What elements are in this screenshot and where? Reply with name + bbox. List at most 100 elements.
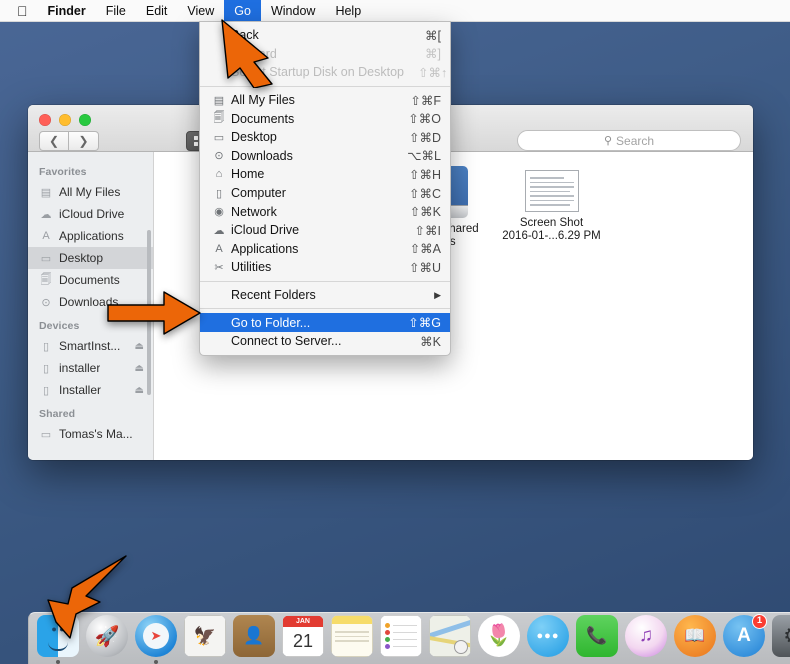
- menu-bar-items: Finder File Edit View Go Window Help: [38, 0, 372, 22]
- calendar-icon: JAN 21: [282, 615, 324, 657]
- submenu-arrow-icon: ▶: [434, 289, 441, 300]
- screenshot-file-icon: [524, 170, 579, 212]
- system-preferences-icon: ⚙: [772, 615, 790, 657]
- documents-icon: 🗐: [213, 112, 225, 125]
- applications-icon: A: [215, 242, 223, 255]
- close-button[interactable]: [39, 114, 51, 126]
- search-placeholder: Search: [616, 133, 655, 148]
- all-my-files-icon: ▤: [40, 186, 52, 199]
- contacts-icon: 👤: [233, 615, 275, 657]
- dock-item-system-preferences[interactable]: ⚙: [770, 615, 790, 661]
- go-menu-item-connect-to-server[interactable]: Connect to Server... ⌘K: [200, 332, 450, 351]
- go-menu-item-network[interactable]: ◉ Network ⇧⌘K: [200, 202, 450, 221]
- minimize-button[interactable]: [59, 114, 71, 126]
- sidebar-section-favorites: Favorites: [39, 166, 87, 178]
- dock-item-ibooks[interactable]: 📖: [672, 615, 718, 661]
- go-menu-item-label: Downloads: [231, 148, 293, 163]
- dock-item-maps[interactable]: [427, 615, 473, 661]
- go-menu-item-shortcut: ⌘]: [425, 47, 441, 62]
- sidebar-item-desktop[interactable]: ▭ Desktop: [28, 247, 153, 269]
- menu-file[interactable]: File: [96, 0, 136, 22]
- go-menu-item-shortcut: ⇧⌘A: [409, 242, 441, 257]
- shared-mac-icon: ▭: [40, 428, 52, 441]
- downloads-icon: ⊙: [41, 296, 51, 309]
- sidebar-item-installer[interactable]: ▯ installer ⏏: [28, 357, 153, 379]
- dock-item-calendar[interactable]: JAN 21: [280, 615, 326, 661]
- dock-item-contacts[interactable]: 👤: [231, 615, 277, 661]
- dock-item-safari[interactable]: ➤: [133, 615, 179, 664]
- eject-icon[interactable]: ⏏: [135, 341, 144, 352]
- dock-item-reminders[interactable]: [378, 615, 424, 661]
- messages-icon: ●●●: [527, 615, 569, 657]
- dock-item-facetime[interactable]: 📞: [574, 615, 620, 661]
- search-input[interactable]: ⚲ Search: [517, 130, 741, 151]
- go-menu-item-label: Applications: [231, 241, 299, 256]
- go-menu-item-shortcut: ⇧⌘↑: [418, 65, 448, 80]
- running-indicator: [154, 660, 158, 664]
- sidebar-item-installer[interactable]: ▯ Installer ⏏: [28, 379, 153, 401]
- go-menu-item-label: All My Files: [231, 93, 295, 108]
- sidebar-item-smartinst[interactable]: ▯ SmartInst... ⏏: [28, 335, 153, 357]
- dock-item-notes[interactable]: [329, 615, 375, 661]
- menu-finder[interactable]: Finder: [38, 0, 96, 22]
- safari-icon: ➤: [135, 615, 177, 657]
- disk-icon: ▯: [42, 384, 50, 397]
- dock: ● ●🚀➤🦅👤JAN21🌷●●●📞♫📖A1⚙: [28, 612, 790, 664]
- sidebar-item-all-my-files[interactable]: ▤ All My Files: [28, 181, 153, 203]
- go-menu-item-shortcut: ⇧⌘I: [414, 223, 441, 238]
- go-menu-item-downloads[interactable]: ⊙ Downloads ⌥⌘L: [200, 147, 450, 166]
- itunes-icon: ♫: [625, 615, 667, 657]
- sidebar-item-icloud-drive[interactable]: ☁ iCloud Drive: [28, 203, 153, 225]
- apple-icon[interactable]: : [7, 1, 38, 21]
- go-menu-item-label: Connect to Server...: [231, 334, 342, 349]
- eject-icon[interactable]: ⏏: [135, 363, 144, 374]
- dock-item-mail[interactable]: 🦅: [182, 615, 228, 661]
- go-menu-item-go-to-folder[interactable]: Go to Folder... ⇧⌘G: [200, 313, 450, 332]
- file-name-line-1: Screen Shot: [519, 217, 584, 229]
- desktop-icon: ▭: [40, 252, 52, 265]
- zoom-button[interactable]: [79, 114, 91, 126]
- sidebar-item-tomas-s-ma[interactable]: ▭ Tomas's Ma...: [28, 423, 153, 445]
- go-menu-item-label: Documents: [231, 111, 295, 126]
- go-menu-item-desktop[interactable]: ▭ Desktop ⇧⌘D: [200, 128, 450, 147]
- go-menu-item-shortcut: ⇧⌘C: [408, 186, 441, 201]
- arrow-pointing-go-to-folder: [107, 291, 201, 335]
- go-menu-item-utilities[interactable]: ✂ Utilities ⇧⌘U: [200, 258, 450, 277]
- dock-item-messages[interactable]: ●●●: [525, 615, 571, 661]
- menu-edit[interactable]: Edit: [136, 0, 178, 22]
- file-item[interactable]: Screen Shot 2016-01-...6.29 PM: [499, 170, 604, 243]
- go-menu-item-applications[interactable]: A Applications ⇧⌘A: [200, 240, 450, 259]
- dock-item-itunes[interactable]: ♫: [623, 615, 669, 661]
- chevron-right-icon[interactable]: ❯: [69, 131, 99, 151]
- go-menu-item-icloud-drive[interactable]: ☁ iCloud Drive ⇧⌘I: [200, 221, 450, 240]
- reminders-icon: [380, 615, 422, 657]
- photos-icon: 🌷: [478, 615, 520, 657]
- navigation-buttons: ❮ ❯: [39, 131, 99, 151]
- sidebar-item-label: iCloud Drive: [59, 207, 125, 221]
- go-menu-item-computer[interactable]: ▯ Computer ⇧⌘C: [200, 184, 450, 203]
- go-menu-item-recent-folders[interactable]: Recent Folders ▶: [200, 286, 450, 305]
- sidebar-item-applications[interactable]: A Applications: [28, 225, 153, 247]
- go-menu-item-label: Home: [231, 167, 265, 182]
- go-menu-item-shortcut: ⇧⌘F: [410, 93, 441, 108]
- go-menu-item-label: Go to Folder...: [231, 315, 311, 330]
- menu-help[interactable]: Help: [325, 0, 371, 22]
- go-menu-item-shortcut: ⇧⌘G: [408, 316, 441, 331]
- sidebar-item-label: Applications: [59, 229, 124, 243]
- chevron-left-icon[interactable]: ❮: [39, 131, 69, 151]
- eject-icon[interactable]: ⏏: [135, 385, 144, 396]
- go-menu-item-shortcut: ⌥⌘L: [407, 149, 441, 164]
- sidebar-item-label: Tomas's Ma...: [59, 427, 133, 441]
- go-menu-item-home[interactable]: ⌂ Home ⇧⌘H: [200, 165, 450, 184]
- desktop-icon: ▭: [213, 131, 225, 144]
- dock-item-app-store[interactable]: A1: [721, 614, 767, 661]
- dock-item-photos[interactable]: 🌷: [476, 615, 522, 661]
- go-menu-item-shortcut: ⇧⌘H: [408, 167, 441, 182]
- go-menu-item-all-my-files[interactable]: ▤ All My Files ⇧⌘F: [200, 91, 450, 110]
- go-menu-item-shortcut: ⌘K: [420, 334, 441, 349]
- go-menu-item-documents[interactable]: 🗐 Documents ⇧⌘O: [200, 109, 450, 128]
- file-name-line-2: 2016-01-...6.29 PM: [502, 230, 601, 242]
- sidebar-item-label: Documents: [59, 273, 120, 287]
- disk-icon: ▯: [42, 340, 50, 353]
- window-controls: [39, 114, 91, 126]
